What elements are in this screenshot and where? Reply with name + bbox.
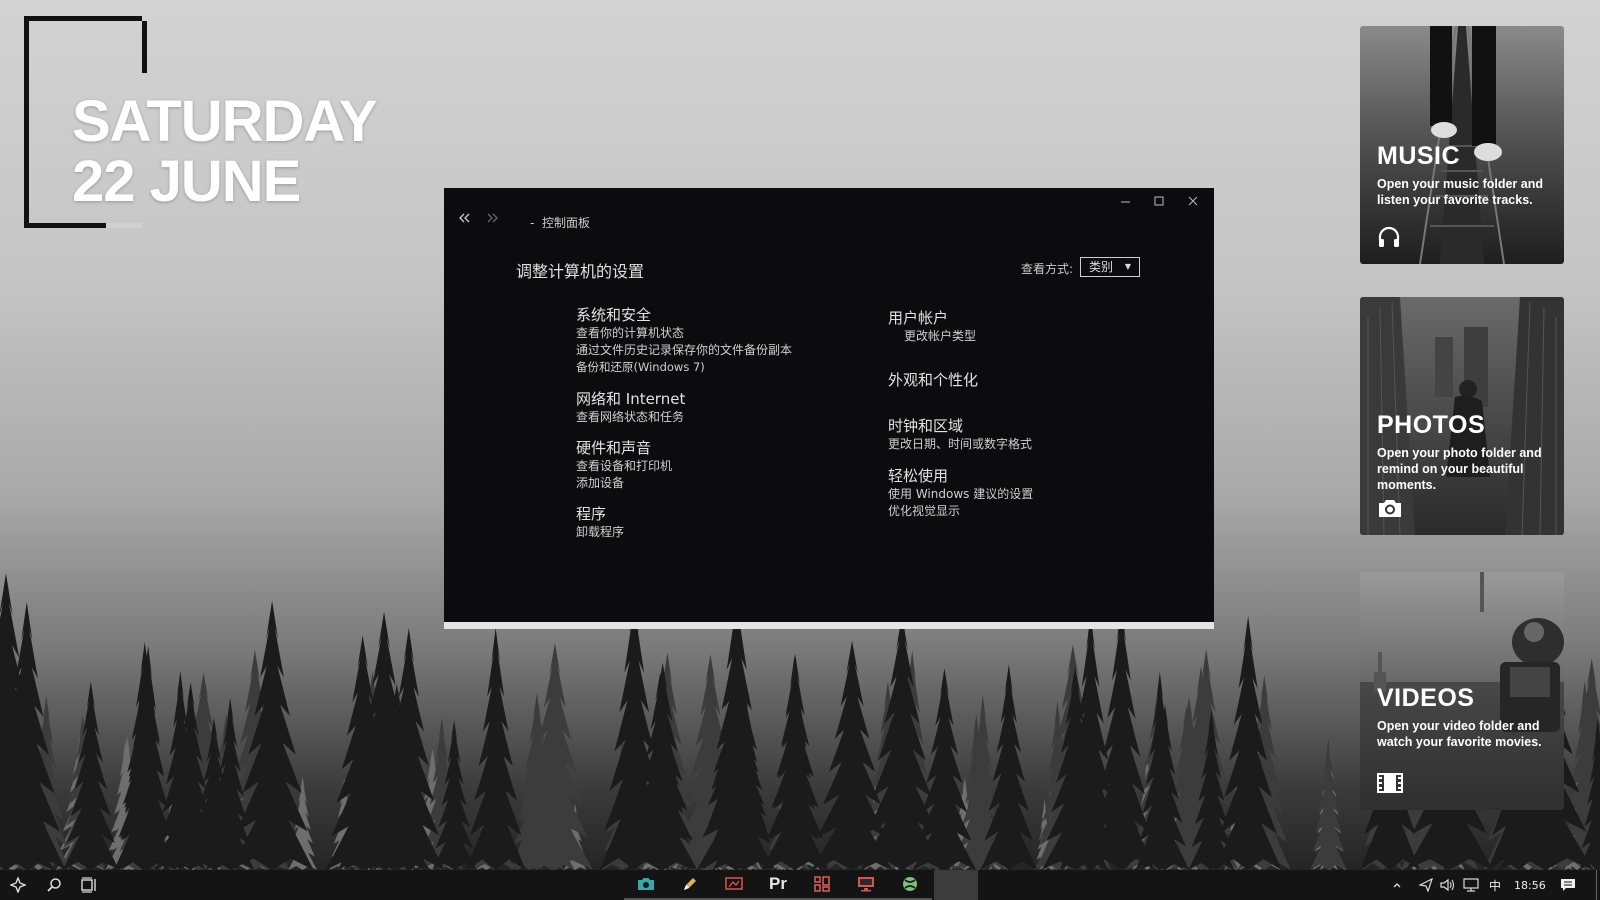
- category-title[interactable]: 系统和安全: [576, 305, 792, 325]
- tile-title: PHOTOS: [1377, 411, 1486, 439]
- category-clock-region: 时钟和区域 更改日期、时间或数字格式: [888, 416, 1032, 453]
- category-link[interactable]: 通过文件历史记录保存你的文件备份副本: [576, 342, 792, 359]
- category-title[interactable]: 网络和 Internet: [576, 389, 685, 409]
- category-link[interactable]: 查看你的计算机状态: [576, 325, 792, 342]
- volume-button[interactable]: [1440, 870, 1456, 900]
- category-link[interactable]: 更改日期、时间或数字格式: [888, 436, 1032, 453]
- ime-indicator[interactable]: 中: [1489, 870, 1501, 900]
- category-title[interactable]: 硬件和声音: [576, 438, 672, 458]
- category-link[interactable]: 卸载程序: [576, 524, 624, 541]
- category-user-accounts: 用户帐户 更改帐户类型: [888, 308, 976, 345]
- layout-icon: [814, 876, 830, 892]
- videos-tile[interactable]: VIDEOS Open your video folder and watch …: [1360, 572, 1564, 810]
- view-by-value: 类别: [1089, 260, 1114, 274]
- view-by-dropdown[interactable]: 类别 ▼: [1080, 257, 1140, 277]
- xbox-icon: [903, 877, 917, 891]
- show-desktop-divider[interactable]: [1596, 870, 1597, 900]
- taskbar-app-pen[interactable]: [668, 870, 712, 900]
- date-widget: SATURDAY 22 JUNE: [72, 89, 378, 214]
- task-view-button[interactable]: [68, 870, 112, 900]
- presentation-icon: [725, 877, 743, 890]
- network-icon: [1463, 878, 1479, 892]
- close-icon: [1188, 196, 1198, 206]
- double-chevron-right-icon: [487, 213, 498, 223]
- taskbar-app-premiere[interactable]: Pr: [756, 870, 800, 900]
- category-link[interactable]: 备份和还原(Windows 7): [576, 359, 792, 376]
- category-link[interactable]: 更改帐户类型: [888, 328, 976, 345]
- taskbar-app-active[interactable]: [934, 870, 978, 900]
- minimize-icon: [1121, 201, 1130, 203]
- photos-tile[interactable]: PHOTOS Open your photo folder and remind…: [1360, 297, 1564, 535]
- breadcrumb-control-panel[interactable]: 控制面板: [542, 216, 590, 230]
- category-system-security: 系统和安全 查看你的计算机状态 通过文件历史记录保存你的文件备份副本 备份和还原…: [576, 305, 792, 376]
- taskbar-app-xbox[interactable]: [888, 870, 932, 900]
- forward-button[interactable]: [487, 212, 499, 228]
- tray-overflow-button[interactable]: [1392, 870, 1402, 900]
- back-button[interactable]: [458, 212, 470, 228]
- control-panel-window: - 控制面板 调整计算机的设置 查看方式: 类别 ▼ 系统和安全 查看你的计算机…: [444, 188, 1214, 629]
- camera-icon: [1377, 497, 1403, 524]
- tile-title: VIDEOS: [1377, 684, 1475, 712]
- category-network-internet: 网络和 Internet 查看网络状态和任务: [576, 389, 685, 426]
- tray-send-button[interactable]: [1419, 870, 1433, 900]
- date-text: 22 JUNE: [72, 149, 301, 214]
- headphones-icon: [1377, 225, 1401, 254]
- category-programs: 程序 卸载程序: [576, 504, 624, 541]
- send-icon: [1419, 878, 1433, 892]
- tree: [465, 627, 526, 870]
- task-view-icon: [81, 877, 96, 893]
- breadcrumb[interactable]: - 控制面板: [530, 214, 590, 231]
- taskbar-app-camera[interactable]: [624, 870, 668, 900]
- maximize-icon: [1154, 196, 1164, 206]
- category-ease-of-access: 轻松使用 使用 Windows 建议的设置 优化视觉显示: [888, 466, 1033, 520]
- breadcrumb-separator: -: [530, 216, 535, 230]
- category-title[interactable]: 轻松使用: [888, 466, 1033, 486]
- maximize-button[interactable]: [1144, 194, 1174, 210]
- action-center-button[interactable]: [1560, 870, 1576, 900]
- category-link[interactable]: 添加设备: [576, 475, 672, 492]
- double-chevron-left-icon: [459, 213, 470, 223]
- tile-description: Open your photo folder and remind on you…: [1377, 446, 1542, 492]
- category-link[interactable]: 查看网络状态和任务: [576, 409, 685, 426]
- view-by-label: 查看方式:: [1021, 262, 1074, 276]
- chevron-up-icon: [1393, 883, 1401, 888]
- category-title[interactable]: 外观和个性化: [888, 370, 978, 390]
- tile-description: Open your video folder and watch your fa…: [1377, 719, 1542, 749]
- tile-description: Open your music folder and listen your f…: [1377, 177, 1543, 207]
- caret-down-icon: ▼: [1124, 262, 1131, 271]
- category-title[interactable]: 用户帐户: [888, 308, 976, 328]
- page-title: 调整计算机的设置: [516, 262, 645, 281]
- taskbar-app-presentation[interactable]: [712, 870, 756, 900]
- network-button[interactable]: [1463, 870, 1479, 900]
- premiere-icon: Pr: [769, 874, 787, 893]
- monitor-icon: [858, 877, 874, 892]
- music-tile[interactable]: MUSIC Open your music folder and listen …: [1360, 26, 1564, 264]
- taskbar-app-monitor[interactable]: [844, 870, 888, 900]
- search-icon: [47, 878, 61, 892]
- camera-icon: [638, 878, 654, 890]
- minimize-button[interactable]: [1111, 194, 1141, 210]
- category-link[interactable]: 优化视觉显示: [888, 503, 1033, 520]
- category-appearance: 外观和个性化: [888, 370, 978, 390]
- notification-icon: [1561, 879, 1575, 891]
- close-button[interactable]: [1178, 194, 1208, 210]
- category-link[interactable]: 使用 Windows 建议的设置: [888, 486, 1033, 503]
- pen-icon: [684, 878, 696, 890]
- taskbar-app-layout[interactable]: [800, 870, 844, 900]
- category-hardware-sound: 硬件和声音 查看设备和打印机 添加设备: [576, 438, 672, 492]
- tile-title: MUSIC: [1377, 142, 1461, 170]
- start-icon: [10, 877, 26, 893]
- clock[interactable]: 18:56: [1514, 870, 1546, 900]
- category-link[interactable]: 查看设备和打印机: [576, 458, 672, 475]
- category-title[interactable]: 程序: [576, 504, 624, 524]
- film-icon: [1377, 773, 1403, 798]
- volume-icon: [1440, 878, 1455, 892]
- category-title[interactable]: 时钟和区域: [888, 416, 1032, 436]
- taskbar: Pr 中 18:56: [0, 870, 1600, 900]
- weekday-text: SATURDAY: [72, 89, 378, 154]
